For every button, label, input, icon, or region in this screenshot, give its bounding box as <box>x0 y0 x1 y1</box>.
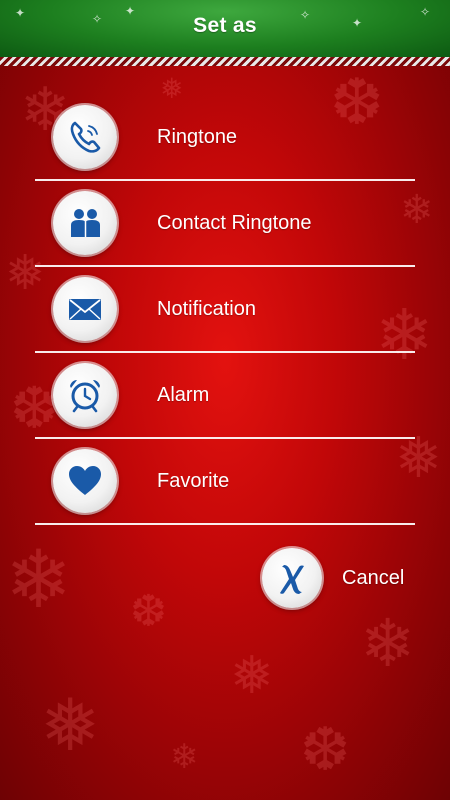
menu-item-ringtone[interactable]: Ringtone <box>35 95 415 181</box>
sparkle-icon: ✧ <box>420 5 431 19</box>
menu-item-label: Favorite <box>157 469 230 492</box>
set-as-menu: Ringtone Contact Ringtone Notification A… <box>35 95 415 525</box>
x-icon <box>262 548 322 608</box>
candy-stripe-divider <box>0 57 450 66</box>
contacts-icon <box>53 191 117 255</box>
menu-item-label: Contact Ringtone <box>157 211 312 234</box>
sparkle-icon: ✦ <box>352 16 363 30</box>
envelope-icon <box>53 277 117 341</box>
menu-item-alarm[interactable]: Alarm <box>35 353 415 439</box>
sparkle-icon: ✦ <box>125 4 136 18</box>
header-bar: ✦ ✧ ✦ ✧ ✦ ✧ Set as <box>0 0 450 57</box>
page-title: Set as <box>193 13 257 37</box>
heart-icon <box>53 449 117 513</box>
sparkle-icon: ✦ <box>15 6 26 20</box>
phone-icon <box>53 105 117 169</box>
menu-item-favorite[interactable]: Favorite <box>35 439 415 525</box>
menu-item-label: Notification <box>157 297 256 320</box>
sparkle-icon: ✧ <box>92 12 103 26</box>
menu-item-label: Ringtone <box>157 125 238 148</box>
sparkle-icon: ✧ <box>300 8 311 22</box>
alarm-clock-icon <box>53 363 117 427</box>
cancel-button[interactable]: Cancel <box>262 546 404 610</box>
menu-item-contact-ringtone[interactable]: Contact Ringtone <box>35 181 415 267</box>
menu-item-notification[interactable]: Notification <box>35 267 415 353</box>
cancel-label: Cancel <box>342 566 405 589</box>
menu-item-label: Alarm <box>157 383 210 406</box>
